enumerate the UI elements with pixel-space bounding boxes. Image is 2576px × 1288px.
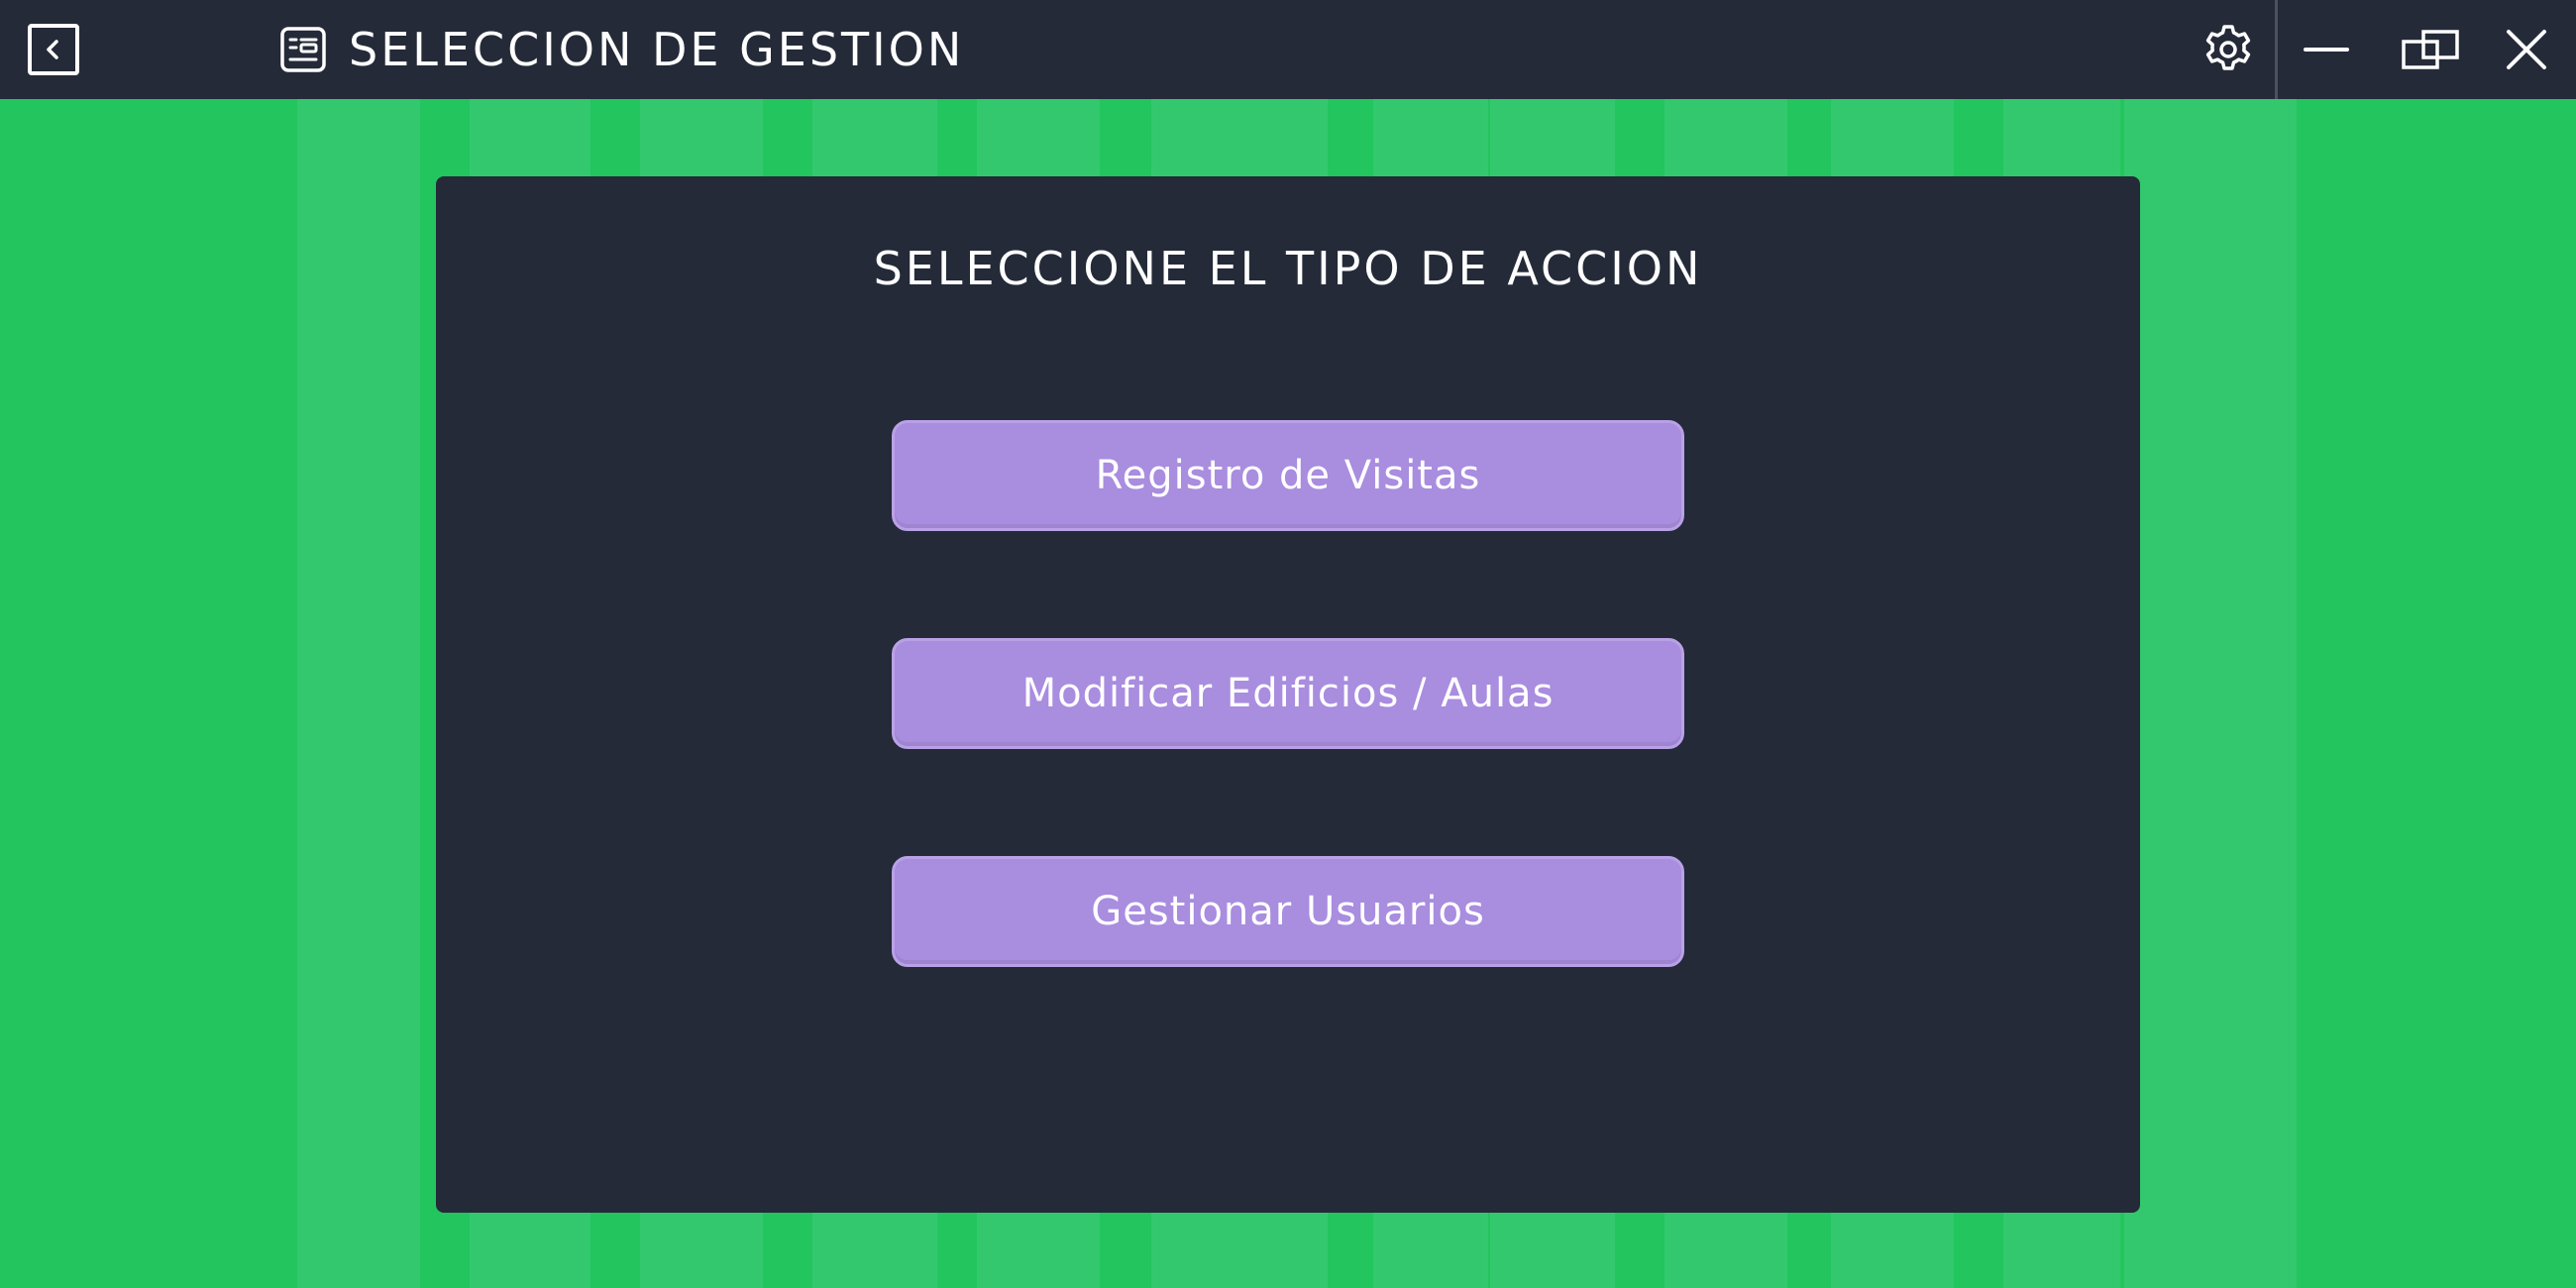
close-button[interactable]	[2499, 0, 2554, 99]
background-stripe	[297, 99, 420, 1288]
action-card: SELECCIONE EL TIPO DE ACCION Registro de…	[436, 176, 2140, 1213]
minimize-button[interactable]	[2299, 0, 2354, 99]
card-title: SELECCIONE EL TIPO DE ACCION	[873, 242, 1703, 295]
settings-button[interactable]	[2198, 0, 2259, 99]
gestionar-usuarios-button[interactable]: Gestionar Usuarios	[892, 856, 1684, 967]
window-title: SELECCION DE GESTION	[349, 23, 965, 76]
titlebar-divider	[2275, 0, 2278, 99]
registro-de-visitas-button[interactable]: Registro de Visitas	[892, 420, 1684, 531]
form-list-icon	[280, 27, 326, 72]
background-stripe	[2124, 99, 2297, 1288]
restore-button[interactable]	[2398, 0, 2465, 99]
gear-icon	[2205, 25, 2251, 70]
back-button[interactable]	[28, 24, 79, 75]
minimize-icon	[2304, 48, 2349, 52]
modificar-edificios-aulas-button[interactable]: Modificar Edificios / Aulas	[892, 638, 1684, 749]
title-bar: SELECCION DE GESTION	[0, 0, 2576, 99]
chevron-left-icon	[47, 40, 58, 59]
close-icon	[2507, 30, 2546, 69]
restore-icon	[2402, 30, 2459, 69]
